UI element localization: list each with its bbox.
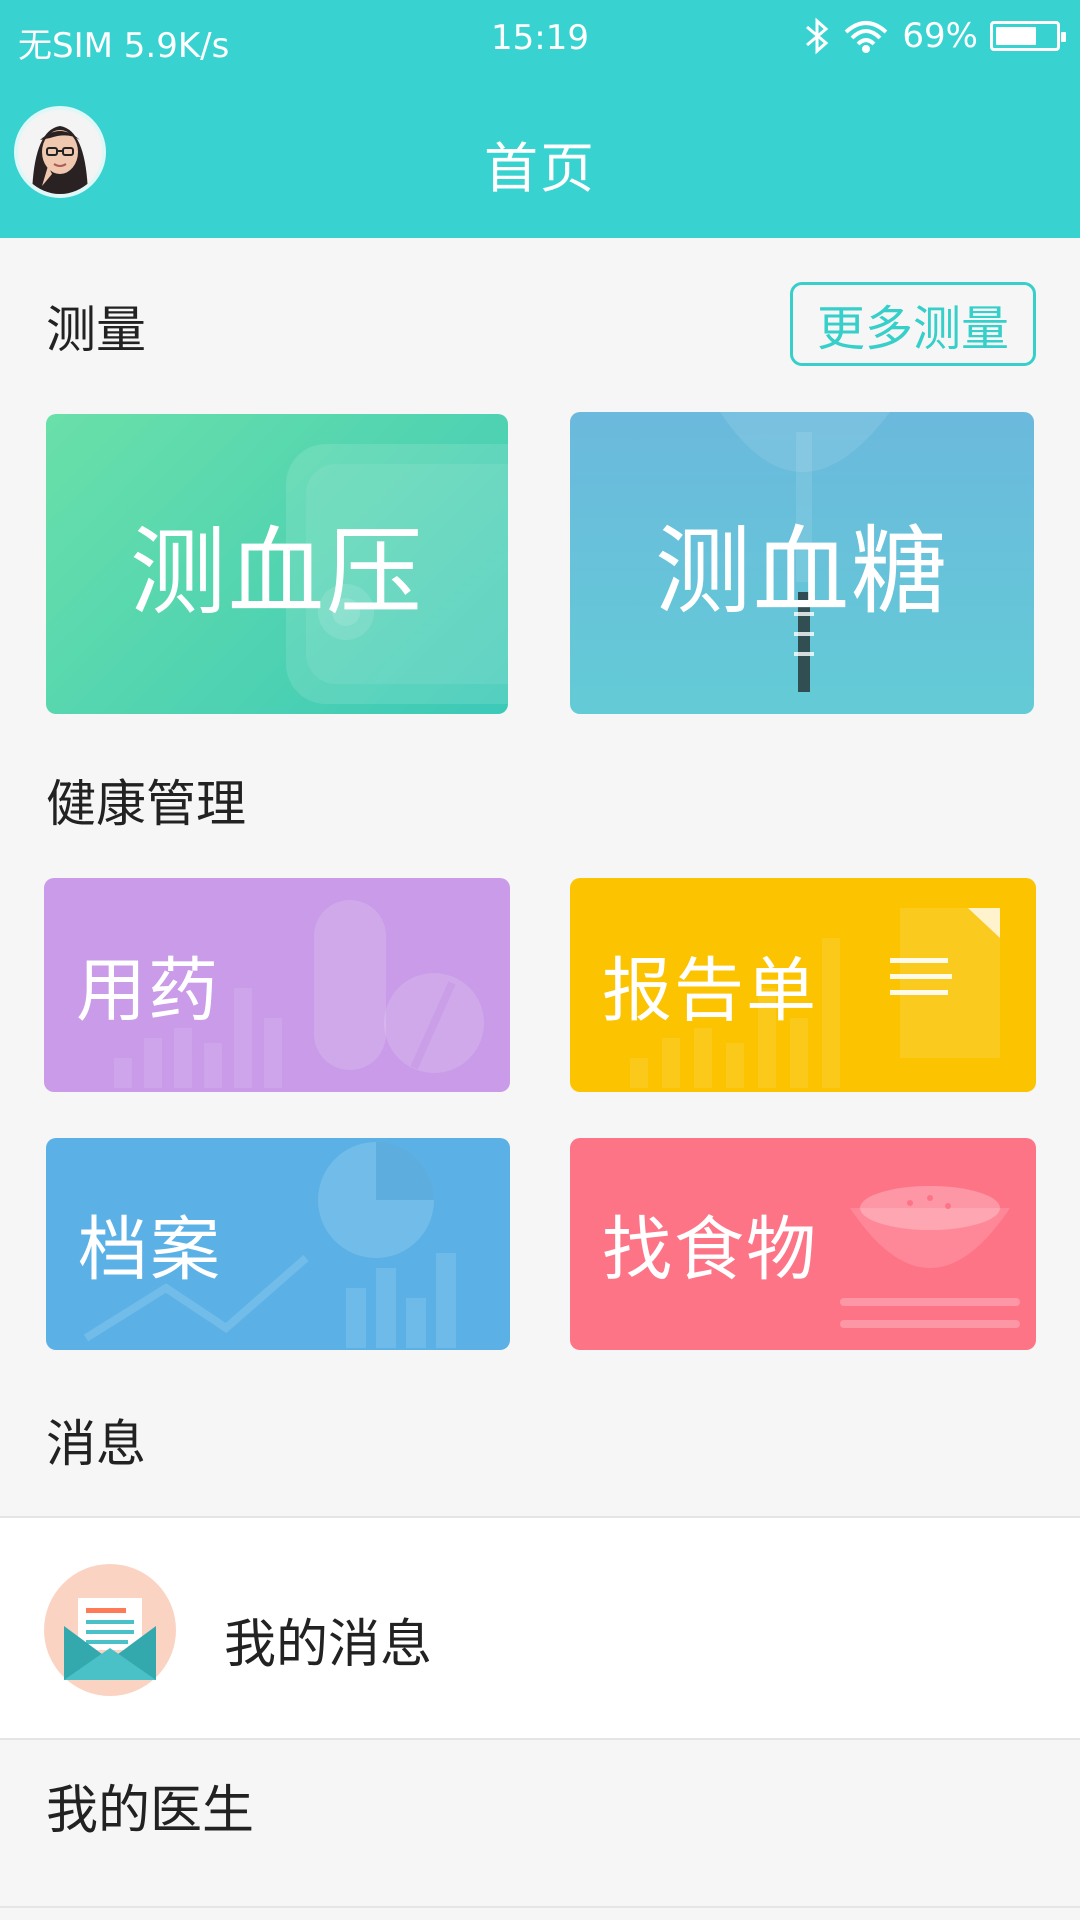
envelope-icon [44, 1564, 176, 1696]
measure-section-title: 测量 [46, 301, 146, 359]
more-measure-button[interactable]: 更多测量 [790, 282, 1036, 366]
records-card[interactable]: 档案 [46, 1138, 510, 1350]
report-label: 报告单 [602, 949, 818, 1032]
records-label: 档案 [78, 1208, 222, 1291]
my-doctor-label[interactable]: 我的医生 [46, 1768, 254, 1843]
food-card[interactable]: 找食物 [570, 1138, 1036, 1350]
blood-pressure-label: 测血压 [130, 516, 424, 629]
my-messages-row[interactable]: 我的消息 [0, 1516, 1080, 1740]
bluetooth-icon [806, 17, 829, 55]
battery-percent: 69% [902, 16, 978, 56]
blood-glucose-card[interactable]: 测血糖 [570, 412, 1034, 714]
messages-section-title: 消息 [46, 1415, 146, 1473]
status-right: 69% [804, 16, 1066, 56]
status-bar: 无SIM 5.9K/s 15:19 69% [0, 12, 1080, 66]
page-title: 首页 [484, 137, 596, 200]
my-messages-label: 我的消息 [224, 1615, 433, 1675]
blood-glucose-label: 测血糖 [655, 515, 949, 628]
report-card[interactable]: 报告单 [570, 878, 1036, 1092]
app-header: 无SIM 5.9K/s 15:19 69% 首页 [0, 0, 1080, 238]
divider [0, 1906, 1080, 1908]
health-section-title: 健康管理 [46, 775, 246, 833]
battery-icon [990, 21, 1066, 51]
food-label: 找食物 [602, 1208, 818, 1291]
medication-card[interactable]: 用药 [44, 878, 510, 1092]
wifi-icon [845, 21, 888, 53]
blood-pressure-card[interactable]: 测血压 [46, 414, 508, 714]
medication-label: 用药 [76, 949, 220, 1032]
